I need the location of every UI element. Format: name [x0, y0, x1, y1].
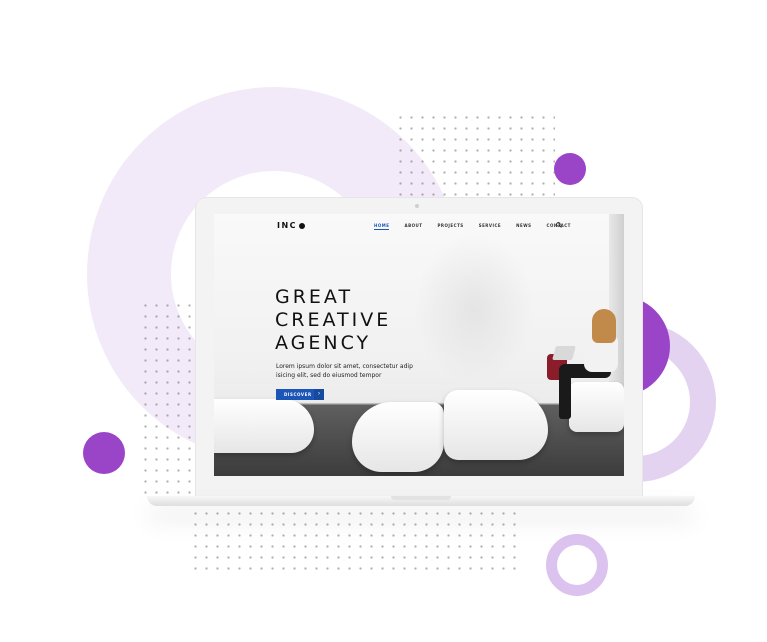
logo-text: INC — [277, 221, 298, 230]
laptop-base — [147, 496, 695, 506]
nav-item-news[interactable]: NEWS — [516, 223, 531, 228]
nav-item-home[interactable]: HOME — [374, 223, 390, 230]
nav-item-projects[interactable]: PROJECTS — [438, 223, 464, 228]
decor-ring-small — [546, 534, 608, 596]
nav-menu: HOME ABOUT PROJECTS SERVICE NEWS CONTACT — [374, 223, 586, 230]
photo-laptop — [552, 346, 576, 360]
headline-line: GREAT — [275, 286, 354, 308]
photo-sofa — [444, 390, 548, 460]
discover-label: DISCOVER — [284, 392, 312, 397]
nav-item-service[interactable]: SERVICE — [479, 223, 501, 228]
mockup-stage: INC HOME ABOUT PROJECTS SERVICE NEWS CON… — [0, 0, 767, 642]
headline-line: CREATIVE — [275, 309, 392, 331]
decor-dot-top — [554, 153, 586, 185]
search-icon[interactable] — [556, 222, 562, 228]
photo-shadow — [414, 234, 534, 384]
decor-dot-grid-bottom — [190, 508, 520, 578]
photo-sofa — [214, 399, 314, 453]
photo-person-hair — [592, 309, 616, 343]
photo-sofa — [352, 402, 444, 472]
chevron-right-icon: › — [314, 389, 324, 400]
camera-icon — [415, 204, 419, 208]
hero-headline: GREAT CREATIVE AGENCY — [275, 286, 391, 355]
headline-line: AGENCY — [275, 332, 372, 354]
decor-dot-grid-top — [395, 112, 555, 200]
decor-dot-left — [83, 432, 125, 474]
hero-subtext: Lorem ipsum dolor sit amet, consectetur … — [276, 363, 413, 379]
logo-dot-icon — [299, 222, 306, 229]
laptop-lid: INC HOME ABOUT PROJECTS SERVICE NEWS CON… — [196, 198, 642, 498]
laptop-screen: INC HOME ABOUT PROJECTS SERVICE NEWS CON… — [214, 214, 624, 476]
discover-button[interactable]: DISCOVER › — [276, 389, 324, 400]
photo-sofa — [569, 382, 624, 432]
laptop-notch — [391, 496, 451, 500]
photo-pillar — [609, 214, 624, 404]
site-logo[interactable]: INC — [277, 221, 306, 230]
site-navbar: INC HOME ABOUT PROJECTS SERVICE NEWS CON… — [214, 214, 624, 238]
nav-item-about[interactable]: ABOUT — [404, 223, 422, 228]
